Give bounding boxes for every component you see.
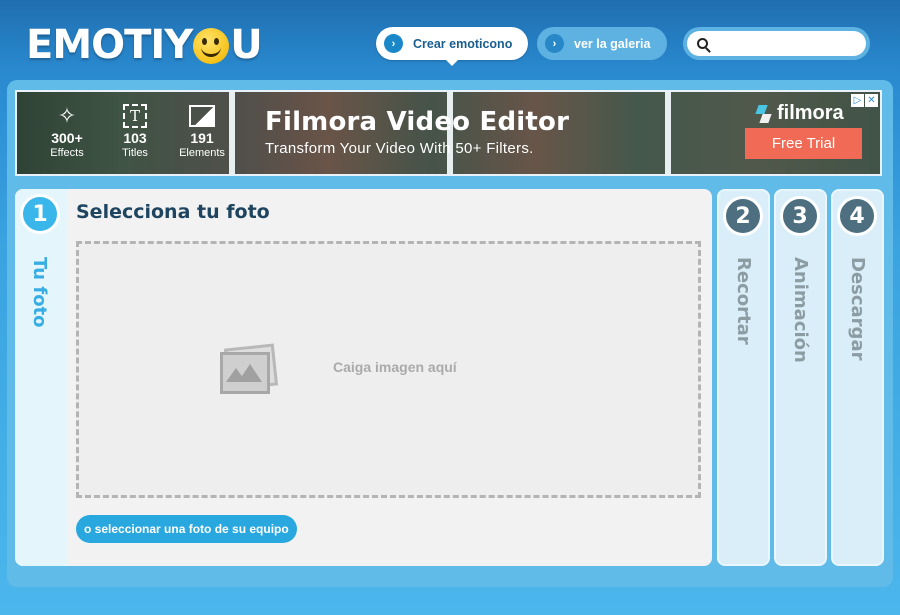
ad-stat-value: 103 — [123, 130, 147, 146]
ad-subtitle: Transform Your Video With 50+ Filters. — [265, 140, 534, 157]
step-panel-download[interactable]: 4 Descargar — [831, 189, 884, 566]
ad-stat-label: Titles — [122, 147, 148, 159]
text-box-icon: T — [103, 102, 167, 130]
ad-stat-titles: T 103 Titles — [103, 102, 167, 160]
step-panel-animation[interactable]: 3 Animación — [774, 189, 827, 566]
create-emoticon-label: Crear emoticono — [413, 36, 513, 51]
drop-hint: Caiga imagen aquí — [333, 359, 457, 375]
ad-brand: filmora — [757, 102, 844, 125]
gallery-label: ver la galeria — [574, 36, 651, 51]
ad-stat-effects: ✧ 300+ Effects — [35, 102, 99, 160]
create-emoticon-button[interactable]: › Crear emoticono — [376, 27, 528, 66]
page-title: Selecciona tu foto — [76, 201, 270, 223]
ad-banner[interactable]: ✧ 300+ Effects T 103 Titles 191 Elements… — [15, 90, 882, 176]
step-number-2: 2 — [723, 196, 763, 236]
step-panel-crop[interactable]: 2 Recortar — [717, 189, 770, 566]
ad-stat-elements: 191 Elements — [170, 102, 234, 160]
search-field-wrapper — [687, 31, 866, 56]
chevron-right-icon: › — [384, 34, 403, 53]
step-number-4: 4 — [837, 196, 877, 236]
filmora-logo-icon — [757, 105, 771, 123]
ad-brand-label: filmora — [777, 102, 844, 124]
smiley-icon — [193, 28, 230, 64]
search-icon[interactable] — [697, 38, 708, 49]
search-box — [683, 27, 870, 60]
magic-wand-icon: ✧ — [57, 103, 77, 128]
step-label-animation: Animación — [790, 257, 811, 363]
image-icon — [170, 102, 234, 130]
step-panel-photo: 1 Tu foto Selecciona tu foto Caiga image… — [15, 189, 712, 566]
close-icon[interactable]: ✕ — [865, 94, 878, 107]
gallery-button[interactable]: › ver la galeria — [537, 27, 667, 60]
ad-info-icon[interactable]: ▷ — [851, 94, 864, 107]
logo-text-left: EMOTIY — [26, 22, 193, 68]
logo[interactable]: EMOTIY U — [26, 22, 263, 68]
ad-stat-value: 300+ — [51, 130, 83, 146]
step-number-3: 3 — [780, 196, 820, 236]
free-trial-button[interactable]: Free Trial — [745, 128, 862, 159]
logo-text-right: U — [230, 22, 263, 68]
chevron-right-icon: › — [545, 34, 564, 53]
select-photo-button[interactable]: o seleccionar una foto de su equipo — [76, 515, 297, 543]
search-input[interactable] — [714, 36, 854, 51]
ad-divider — [665, 92, 671, 174]
image-drop-zone[interactable]: Caiga imagen aquí — [76, 241, 701, 498]
ad-stat-label: Elements — [179, 147, 225, 159]
mountain-shape — [238, 364, 262, 382]
ad-stat-value: 191 — [190, 130, 214, 146]
step-rail — [15, 189, 67, 566]
step-label-download: Descargar — [847, 257, 868, 361]
ad-title: Filmora Video Editor — [265, 107, 570, 137]
step-number-1[interactable]: 1 — [20, 194, 60, 234]
step-label-crop: Recortar — [733, 257, 754, 345]
step-label-photo[interactable]: Tu foto — [29, 257, 50, 328]
ad-stat-label: Effects — [50, 147, 84, 159]
ad-controls: ▷ ✕ — [851, 94, 878, 107]
photo-stack-icon — [220, 346, 270, 394]
